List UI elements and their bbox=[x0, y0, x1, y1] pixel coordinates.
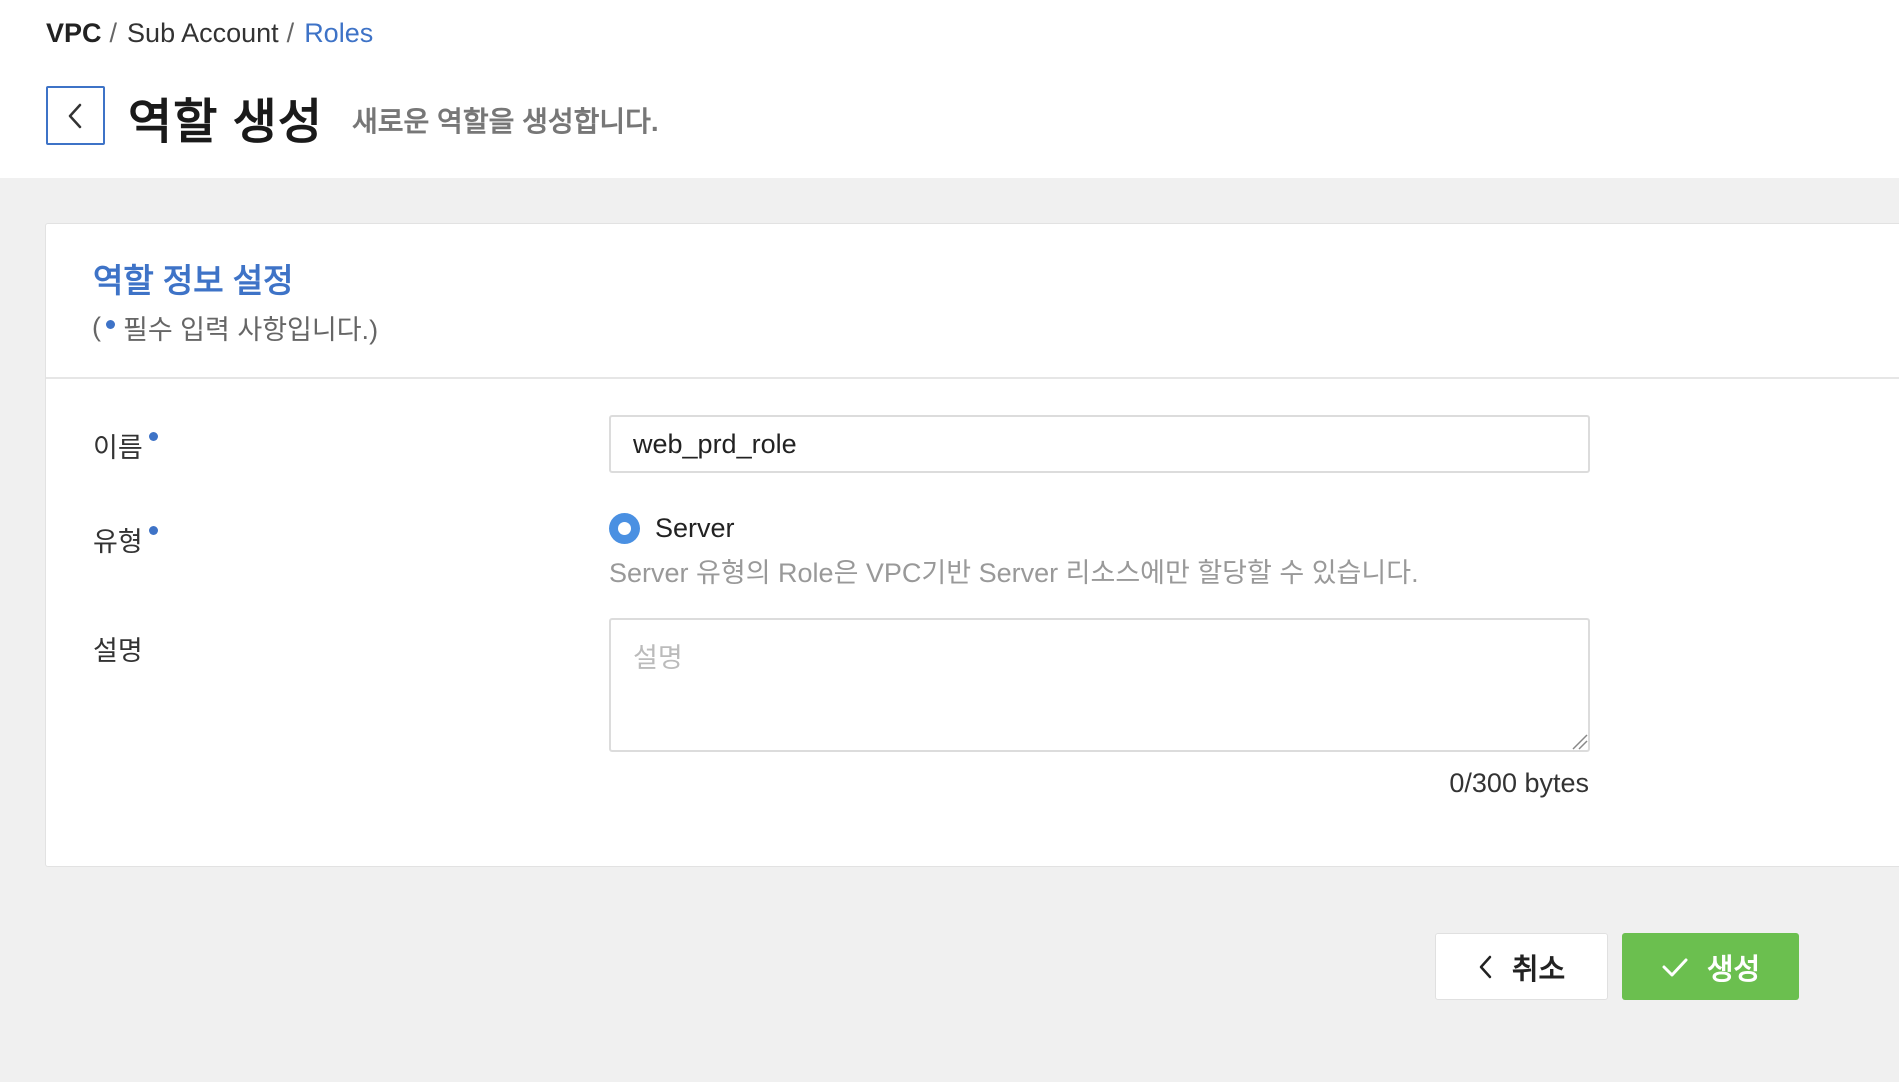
cancel-button[interactable]: 취소 bbox=[1435, 933, 1608, 1000]
required-dot-icon bbox=[148, 526, 158, 535]
name-input[interactable] bbox=[609, 415, 1590, 473]
page-description: 새로운 역할을 생성합니다. bbox=[352, 106, 659, 137]
byte-counter: 0/300 bytes bbox=[1449, 768, 1589, 798]
breadcrumb: VPC / Sub Account / Roles bbox=[46, 18, 373, 49]
card-header: 역할 정보 설정 ( 필수 입력 사항입니다.) bbox=[46, 224, 1899, 379]
type-radio-label: Server bbox=[655, 513, 735, 543]
description-label-text: 설명 bbox=[93, 636, 143, 666]
chevron-left-icon bbox=[1479, 955, 1492, 978]
name-label: 이름 bbox=[93, 426, 158, 465]
cancel-button-label: 취소 bbox=[1511, 953, 1566, 986]
type-radio-server[interactable]: Server bbox=[609, 513, 735, 544]
page-title: 역할 생성 bbox=[128, 96, 323, 149]
check-icon bbox=[1662, 958, 1688, 976]
resize-handle-icon[interactable] bbox=[1570, 732, 1588, 750]
create-button-label: 생성 bbox=[1706, 953, 1761, 986]
breadcrumb-item-sub-account[interactable]: Sub Account bbox=[127, 18, 279, 49]
required-dot-icon bbox=[148, 432, 158, 441]
create-button[interactable]: 생성 bbox=[1622, 933, 1799, 1000]
section-title: 역할 정보 설정 bbox=[93, 262, 294, 299]
breadcrumb-item-vpc[interactable]: VPC bbox=[46, 18, 102, 49]
back-button[interactable] bbox=[46, 86, 105, 145]
chevron-left-icon bbox=[68, 103, 81, 128]
breadcrumb-separator: / bbox=[286, 18, 295, 48]
type-label-text: 유형 bbox=[93, 527, 143, 557]
name-label-text: 이름 bbox=[93, 433, 143, 463]
required-note: ( 필수 입력 사항입니다.) bbox=[92, 308, 378, 347]
breadcrumb-item-roles[interactable]: Roles bbox=[304, 18, 373, 49]
radio-selected-icon[interactable] bbox=[609, 513, 640, 544]
required-dot-icon bbox=[106, 320, 115, 329]
required-note-paren: ( bbox=[92, 312, 101, 342]
breadcrumb-separator: / bbox=[109, 18, 118, 48]
required-note-text: 필수 입력 사항입니다.) bbox=[123, 315, 379, 345]
role-info-card: 역할 정보 설정 ( 필수 입력 사항입니다.) 이름 유형 Server Se… bbox=[45, 223, 1899, 867]
type-label: 유형 bbox=[93, 520, 158, 559]
type-help-text: Server 유형의 Role은 VPC기반 Server 리소스에만 할당할 … bbox=[609, 558, 1419, 588]
description-textarea[interactable] bbox=[609, 618, 1590, 752]
page-header: VPC / Sub Account / Roles 역할 생성 새로운 역할을 … bbox=[0, 0, 1899, 178]
description-label: 설명 bbox=[93, 629, 143, 668]
